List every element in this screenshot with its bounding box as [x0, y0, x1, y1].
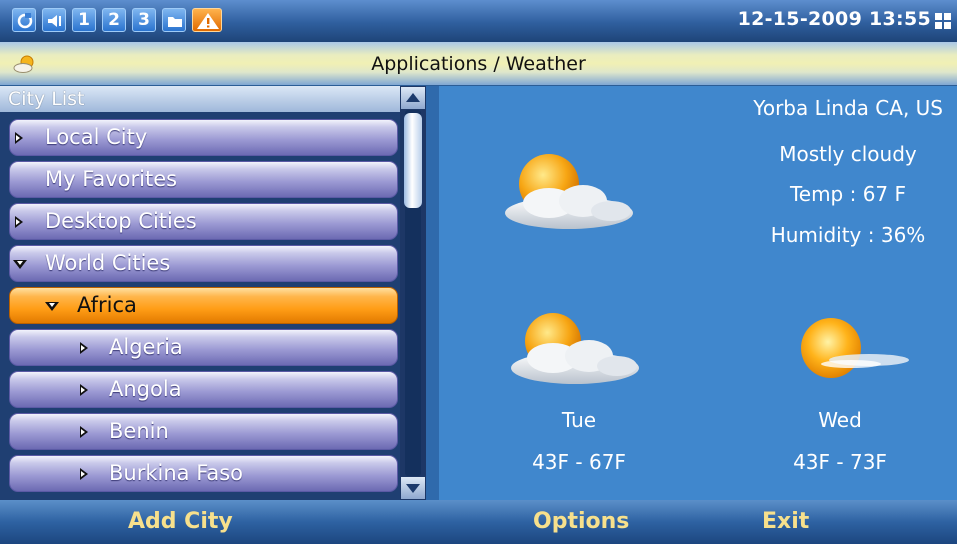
- partly-cloudy-icon: [505, 154, 633, 229]
- network-status-icon: [935, 13, 953, 31]
- expand-arrow-icon: [80, 342, 88, 354]
- location-label: Yorba Linda CA, US: [753, 96, 943, 120]
- list-item-local-city[interactable]: Local City: [9, 119, 398, 156]
- options-button[interactable]: Options: [533, 509, 629, 534]
- collapse-arrow-icon: [45, 302, 59, 311]
- city-list-header: City List: [0, 86, 400, 112]
- expand-arrow-icon: [80, 384, 88, 396]
- list-item-label: Desktop Cities: [45, 209, 197, 233]
- list-item-label: Local City: [45, 125, 148, 149]
- list-item-africa[interactable]: Africa: [9, 287, 398, 324]
- partly-cloudy-icon: [511, 313, 639, 384]
- alert-icon[interactable]: [192, 8, 222, 32]
- list-item-my-favorites[interactable]: My Favorites: [9, 161, 398, 198]
- list-item-label: Africa: [77, 293, 137, 317]
- volume-icon[interactable]: [42, 8, 66, 32]
- add-city-button[interactable]: Add City: [128, 509, 233, 534]
- list-item-benin[interactable]: Benin: [9, 413, 398, 450]
- list-item-label: Angola: [109, 377, 182, 401]
- sync-icon[interactable]: [12, 8, 36, 32]
- status-bar: 1 2 3 12-15-2009 13:55: [0, 0, 957, 42]
- exit-button[interactable]: Exit: [762, 509, 809, 534]
- page-title: Applications / Weather: [371, 53, 586, 75]
- folder-icon[interactable]: [162, 8, 186, 32]
- weather-panel: Yorba Linda CA, US Mostly cloudy Temp : …: [426, 86, 957, 500]
- list-item-desktop-cities[interactable]: Desktop Cities: [9, 203, 398, 240]
- current-condition: Mostly cloudy: [779, 142, 917, 166]
- forecast-range-tue: 43F - 67F: [532, 450, 626, 474]
- collapse-arrow-icon: [13, 260, 27, 269]
- scroll-thumb[interactable]: [404, 113, 422, 208]
- expand-arrow-icon: [80, 426, 88, 438]
- scroll-down-button[interactable]: [401, 477, 425, 499]
- line-2-icon[interactable]: 2: [102, 8, 126, 32]
- forecast-range-wed: 43F - 73F: [793, 450, 887, 474]
- line-1-icon[interactable]: 1: [72, 8, 96, 32]
- list-item-world-cities[interactable]: World Cities: [9, 245, 398, 282]
- forecast-day-tue: Tue: [561, 408, 597, 432]
- softkey-bar: Add City Options Exit: [0, 500, 957, 544]
- list-item-label: Burkina Faso: [109, 461, 244, 485]
- list-item-label: World Cities: [45, 251, 171, 275]
- list-scrollbar[interactable]: [400, 86, 426, 500]
- list-item-label: Benin: [109, 419, 169, 443]
- weather-app-screen: 1 2 3 12-15-2009 13:55 Applications / We…: [0, 0, 957, 544]
- forecast-day-wed: Wed: [818, 408, 862, 432]
- expand-arrow-icon: [15, 216, 23, 228]
- current-temperature: Temp : 67 F: [789, 182, 907, 206]
- current-humidity: Humidity : 36%: [770, 223, 926, 247]
- mostly-sunny-icon: [801, 318, 909, 378]
- list-item-label: Algeria: [109, 335, 183, 359]
- expand-arrow-icon: [80, 468, 88, 480]
- city-list: City List Local City My Favorites Deskto…: [0, 86, 400, 500]
- scroll-up-button[interactable]: [401, 87, 425, 109]
- datetime-display: 12-15-2009 13:55: [737, 8, 931, 30]
- list-item-label: My Favorites: [45, 167, 178, 191]
- list-item-algeria[interactable]: Algeria: [9, 329, 398, 366]
- list-item-burkina-faso[interactable]: Burkina Faso: [9, 455, 398, 492]
- line-3-icon[interactable]: 3: [132, 8, 156, 32]
- title-bar: Applications / Weather: [0, 42, 957, 86]
- list-item-angola[interactable]: Angola: [9, 371, 398, 408]
- expand-arrow-icon: [15, 132, 23, 144]
